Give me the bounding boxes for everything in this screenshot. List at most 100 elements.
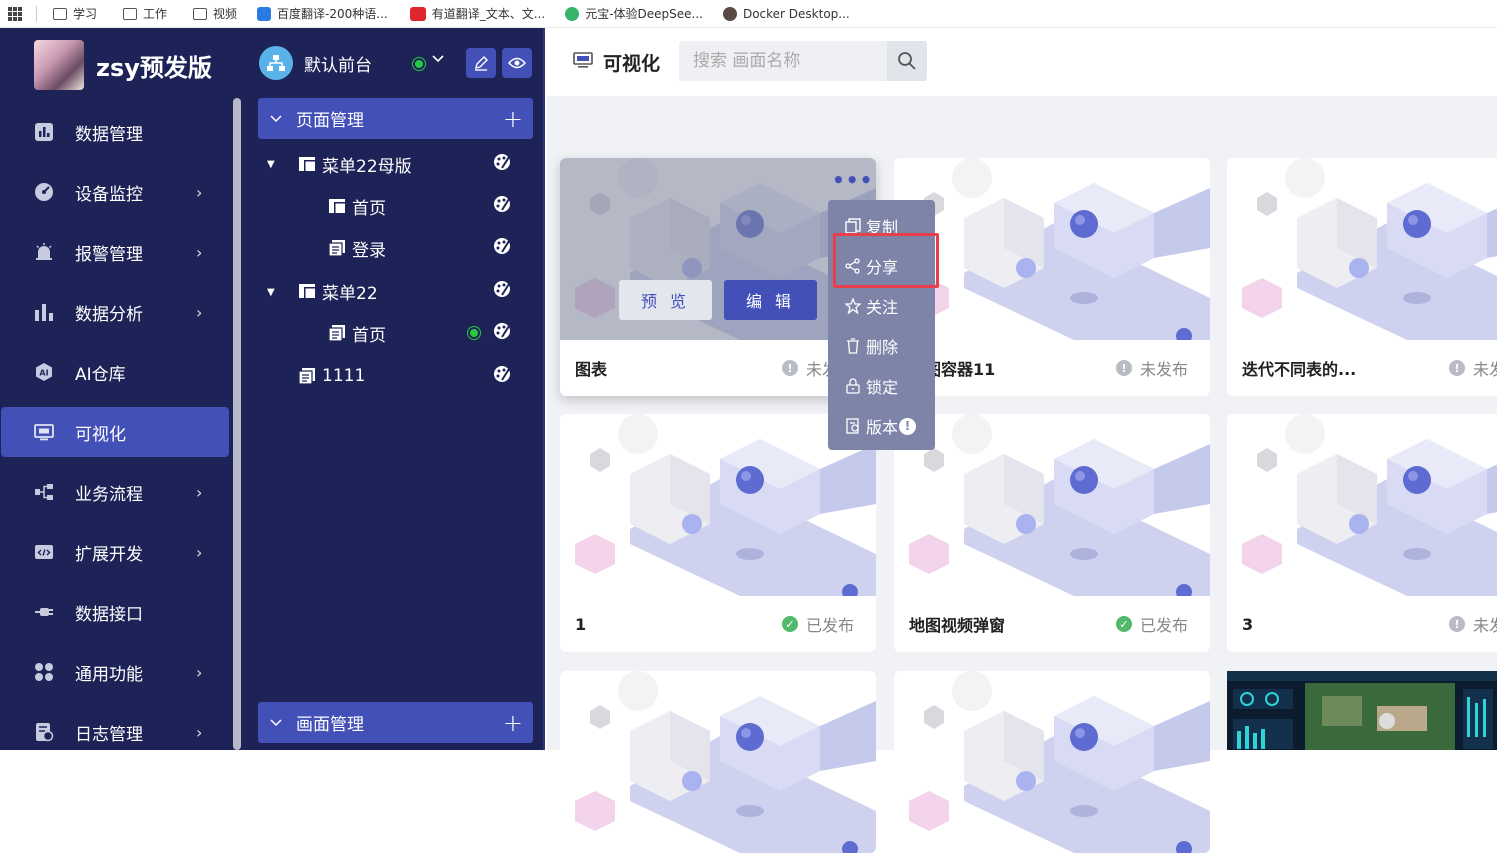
tree-node-1111[interactable]: 1111 [299,361,545,391]
card-title: 图表 [575,360,608,379]
caret-down-icon[interactable]: ▼ [267,287,275,298]
card-1[interactable]: 1 ✓ 已发布 [560,414,876,652]
add-page-button[interactable]: + [503,105,523,133]
frontend-selector[interactable]: 默认前台 [245,28,543,98]
page-title: 可视化 [603,52,661,75]
sidebar-item-data-api[interactable]: 数据接口 [0,582,245,642]
card-view-container[interactable]: 视图容器11! 未发布 [894,158,1210,396]
palette-icon[interactable] [493,195,511,218]
sidebar-item-label: 通用功能 [75,664,143,685]
bar-chart-icon [34,122,54,142]
placeholder-illustration [1242,414,1497,596]
bookmark-folder-video[interactable]: 视频 [193,5,237,22]
sidebar-item-common[interactable]: 通用功能 › [0,642,245,702]
tree-node-home[interactable]: 首页 [329,191,545,221]
card-3[interactable]: 3! 未发布 [1227,414,1497,652]
bookmark-docker[interactable]: Docker Desktop... [722,6,850,21]
folder-icon [193,7,208,20]
check-circle-icon: ✓ [782,616,798,632]
add-screen-button[interactable]: + [503,709,523,737]
chevron-right-icon: › [196,482,203,502]
yuanbao-icon [565,6,580,21]
svg-text:AI: AI [39,369,48,378]
bookmark-folder-study[interactable]: 学习 [53,5,97,22]
bookmark-yuanbao[interactable]: 元宝-体验DeepSee... [565,5,703,22]
sidebar-item-device-monitor[interactable]: 设备监控 › [0,162,245,222]
edit-card-button[interactable]: 编 辑 [724,280,817,320]
section-title: 画面管理 [296,715,364,735]
placeholder-illustration [909,671,1210,853]
card-thumbnail[interactable] [894,671,1210,853]
ai-icon: AI [34,362,54,382]
apps-grid-icon[interactable] [8,6,22,21]
sidebar-item-alarm[interactable]: 报警管理 › [0,222,245,282]
bookmark-folder-work[interactable]: 工作 [123,5,167,22]
search-input[interactable] [679,41,887,81]
card-thumbnail[interactable] [1227,158,1497,340]
sidebar-item-label: 数据分析 [75,304,143,325]
caret-down-icon[interactable]: ▼ [267,159,275,170]
log-icon [34,722,54,742]
tree-node-label: 登录 [352,240,386,261]
tree-node-login[interactable]: 登录 [329,233,545,263]
sidebar-item-data-management[interactable]: 数据管理 [0,102,245,162]
menu-item-version[interactable]: 版本! [828,406,935,446]
info-circle-icon: ! [782,360,798,376]
card-row3-1[interactable] [560,671,876,853]
card-row3-2[interactable] [894,671,1210,853]
section-title: 页面管理 [296,111,364,131]
palette-icon[interactable] [493,153,511,176]
bookmark-youdao[interactable]: 有道翻译_文本、文... [409,5,545,22]
sidebar-item-extension[interactable]: 扩展开发 › [0,522,245,582]
card-thumbnail[interactable] [560,671,876,853]
chevron-down-icon[interactable] [431,52,445,70]
menu-item-label: 关注 [866,298,899,317]
eye-icon [508,57,526,69]
card-thumbnail[interactable] [894,414,1210,596]
bookmarks-divider [36,5,37,22]
page-icon [299,368,315,384]
palette-icon[interactable] [493,237,511,260]
screen-management-section[interactable]: 画面管理 + [258,702,533,743]
preview-card-button[interactable]: 预 览 [619,280,712,320]
tree-node-menu22-master[interactable]: 菜单22母版 [299,149,545,179]
placeholder-illustration [1242,158,1497,340]
app-logo[interactable]: zsy预发版 [0,28,245,102]
preview-button[interactable] [502,48,532,78]
chevron-right-icon: › [196,182,203,202]
palette-icon[interactable] [493,365,511,388]
layout-icon [299,284,315,298]
card-iteration[interactable]: 迭代不同表的...! 未发布 [1227,158,1497,396]
sitemap-icon [259,46,293,80]
menu-item-follow[interactable]: 关注 [828,286,935,326]
more-options-icon[interactable]: ••• [832,168,873,192]
sidebar-item-visualization[interactable]: 可视化 [1,407,229,457]
card-map-video[interactable]: 地图视频弹窗 ✓ 已发布 [894,414,1210,652]
palette-icon[interactable] [493,280,511,303]
bookmark-baidu-translate[interactable]: 百度翻译-200种语... [257,5,388,22]
tree-node-label: 菜单22 [322,283,378,304]
sidebar-item-logs[interactable]: 日志管理 › [0,702,245,762]
tree-node-menu22[interactable]: 菜单22 [299,276,545,306]
card-thumbnail[interactable] [894,158,1210,340]
page-management-section[interactable]: 页面管理 + [258,98,533,139]
star-icon [844,297,862,315]
menu-item-lock[interactable]: 锁定 [828,366,935,406]
card-title: 迭代不同表的... [1242,360,1357,379]
analytics-icon [34,302,54,322]
palette-icon[interactable] [493,322,511,345]
search-button[interactable] [887,41,927,81]
sidebar-item-ai[interactable]: AI AI仓库 [0,342,245,402]
card-thumbnail[interactable] [1227,414,1497,596]
sidebar-item-label: 报警管理 [75,244,143,265]
edit-button[interactable] [466,48,496,78]
baidu-translate-icon [257,6,272,21]
card-dashboard-thumbnail[interactable] [1227,671,1497,750]
sidebar-item-workflow[interactable]: 业务流程 › [0,462,245,522]
version-badge: ! [899,417,917,435]
tree-node-home-2[interactable]: 首页 [329,318,545,348]
sidebar-scrollbar[interactable] [233,98,241,750]
status-label: 已发布 [806,616,855,635]
menu-item-delete[interactable]: 删除 [828,326,935,366]
sidebar-item-analytics[interactable]: 数据分析 › [0,282,245,342]
